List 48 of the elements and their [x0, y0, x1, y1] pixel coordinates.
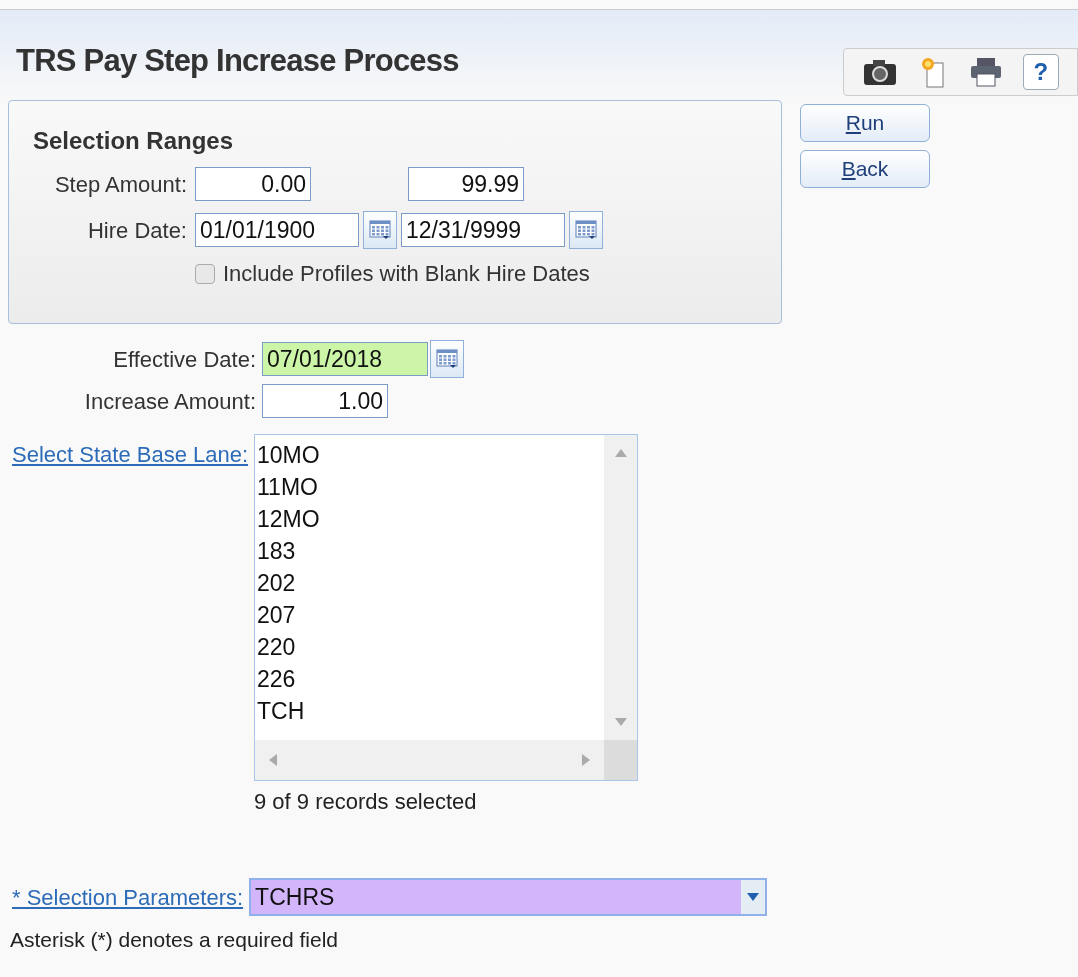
selection-summary: 9 of 9 records selected — [254, 788, 478, 816]
list-option[interactable]: 226 — [257, 663, 604, 695]
list-option[interactable]: 207 — [257, 599, 604, 631]
page-title: TRS Pay Step Increase Process — [16, 42, 459, 80]
vertical-scrollbar[interactable] — [604, 435, 637, 740]
checkbox-label: Include Profiles with Blank Hire Dates — [223, 260, 590, 288]
field-label: Increase Amount: — [83, 387, 257, 416]
calendar-button[interactable] — [569, 211, 603, 249]
caret-icon — [747, 893, 760, 901]
input-field[interactable]: 0.00 — [195, 167, 311, 201]
scrollbar-corner — [604, 740, 637, 780]
date-field[interactable]: 07/01/2018 — [262, 342, 428, 376]
field-label: Step Amount: — [53, 170, 188, 199]
list-option[interactable]: 10MO — [257, 439, 604, 471]
calendar-icon — [575, 220, 597, 240]
list-option[interactable]: 202 — [257, 567, 604, 599]
scroll-left-icon[interactable] — [269, 754, 277, 766]
list-option[interactable]: 11MO — [257, 471, 604, 503]
checkbox[interactable] — [195, 263, 215, 284]
date-field[interactable]: 12/31/9999 — [401, 213, 565, 247]
date-field[interactable]: 01/01/1900 — [195, 213, 359, 247]
state-base-lane-link[interactable]: Select State Base Lane: — [12, 438, 254, 471]
field-label: Effective Date: — [112, 345, 257, 374]
help-button[interactable]: ? — [1022, 54, 1059, 90]
selection-parameters-dropdown[interactable]: TCHRS — [249, 878, 768, 916]
calendar-button[interactable] — [363, 211, 397, 249]
horizontal-scrollbar[interactable] — [255, 740, 604, 780]
camera-icon[interactable] — [862, 57, 899, 87]
scroll-up-icon[interactable] — [614, 449, 627, 457]
list-option[interactable]: 183 — [257, 535, 604, 567]
scroll-down-icon[interactable] — [614, 718, 627, 726]
action-button[interactable]: Back — [800, 150, 930, 188]
list-option[interactable]: 220 — [257, 631, 604, 663]
action-button[interactable]: Run — [800, 104, 930, 142]
list-option[interactable]: TCH — [257, 695, 604, 727]
input-field[interactable]: 99.99 — [408, 167, 524, 201]
input-field[interactable]: 1.00 — [262, 384, 388, 418]
scroll-right-icon[interactable] — [582, 754, 590, 766]
lane-listbox[interactable]: 10MO 11MO 12MO 183 202 207 220 226 TCH — [254, 434, 638, 781]
list-option[interactable]: 12MO — [257, 503, 604, 535]
selection-parameters-link[interactable]: * Selection Parameters: — [12, 880, 244, 914]
calendar-icon — [369, 220, 391, 240]
calendar-button[interactable] — [430, 340, 464, 378]
print-icon[interactable] — [968, 56, 1003, 88]
footnote: Asterisk (*) denotes a required field — [9, 927, 339, 953]
section-heading: Selection Ranges — [33, 126, 235, 156]
calendar-icon — [436, 349, 458, 369]
field-label: Hire Date: — [86, 216, 188, 245]
